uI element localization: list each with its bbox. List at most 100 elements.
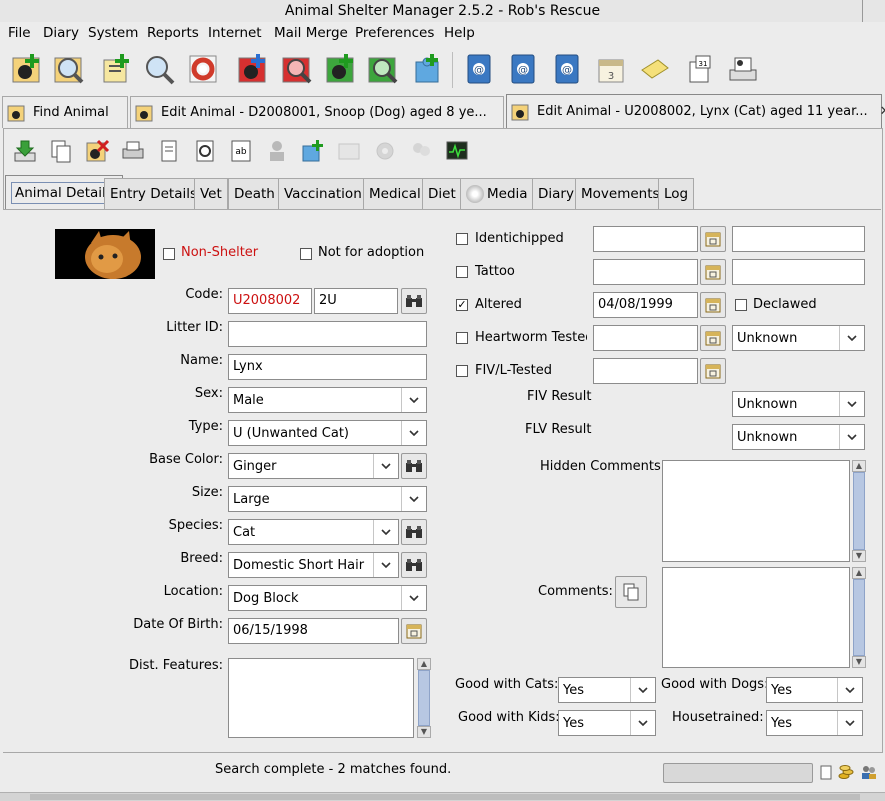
window-control[interactable] — [862, 0, 885, 22]
address-book-icon[interactable]: @ — [550, 52, 584, 86]
date-of-birth-input[interactable]: 06/15/1998 — [228, 618, 399, 644]
chevron-down-icon[interactable] — [373, 454, 398, 478]
add-owner-icon[interactable] — [100, 52, 134, 86]
comments-textarea[interactable] — [662, 567, 850, 668]
species-select[interactable]: Cat — [228, 519, 399, 545]
document-icon[interactable] — [156, 138, 182, 164]
puzzle-icon[interactable] — [410, 52, 444, 86]
scroll-up-icon[interactable]: ▲ — [852, 460, 866, 472]
tab-death[interactable]: Death — [228, 178, 281, 209]
scroll-up-icon[interactable]: ▲ — [852, 567, 866, 579]
good-with-kids-select[interactable]: Yes — [558, 710, 656, 736]
chevron-down-icon[interactable] — [401, 487, 426, 511]
chevron-down-icon[interactable] — [630, 711, 655, 735]
fivl-tested-checkbox[interactable] — [456, 365, 468, 377]
base-color-select[interactable]: Ginger — [228, 453, 399, 479]
monitor-icon[interactable] — [444, 138, 470, 164]
scroll-thumb[interactable] — [418, 670, 430, 726]
tattoo-number-input[interactable] — [732, 259, 865, 285]
identichip-number-input[interactable] — [732, 226, 865, 252]
add-animal-icon[interactable] — [10, 52, 44, 86]
close-icon[interactable]: ✕ — [880, 104, 885, 119]
declawed-checkbox[interactable] — [735, 299, 747, 311]
note-icon[interactable] — [638, 52, 672, 86]
binoculars-icon[interactable] — [401, 288, 427, 314]
heartworm-checkbox[interactable] — [456, 332, 468, 344]
menu-file[interactable]: File — [8, 25, 31, 41]
add-lost-animal-icon[interactable] — [236, 52, 270, 86]
scroll-down-icon[interactable]: ▼ — [852, 656, 866, 668]
tab-find-animal[interactable]: Find Animal — [2, 96, 128, 128]
hidden-comments-textarea[interactable] — [662, 460, 850, 562]
menu-preferences[interactable]: Preferences — [355, 25, 434, 41]
address-book-icon[interactable]: @ — [462, 52, 496, 86]
tab-movements[interactable]: Movements — [575, 178, 666, 209]
scroll-down-icon[interactable]: ▼ — [417, 726, 431, 738]
merge-icon[interactable] — [300, 138, 326, 164]
identichip-date-input[interactable] — [593, 226, 698, 252]
scroll-down-icon[interactable]: ▼ — [852, 550, 866, 562]
menu-system[interactable]: System — [88, 25, 138, 41]
binoculars-icon[interactable] — [401, 552, 427, 578]
find-owner-icon[interactable] — [142, 52, 176, 86]
location-select[interactable]: Dog Block — [228, 585, 427, 611]
non-shelter-checkbox[interactable] — [163, 248, 175, 260]
add-found-animal-icon[interactable] — [324, 52, 358, 86]
lifebuoy-icon[interactable] — [186, 52, 220, 86]
fivl-date-input[interactable] — [593, 358, 698, 384]
housetrained-select[interactable]: Yes — [766, 710, 863, 736]
not-for-adoption-checkbox[interactable] — [300, 248, 312, 260]
menu-reports[interactable]: Reports — [147, 25, 199, 41]
chevron-down-icon[interactable] — [401, 421, 426, 445]
size-select[interactable]: Large — [228, 486, 427, 512]
good-with-cats-select[interactable]: Yes — [558, 677, 656, 703]
find-found-animal-icon[interactable] — [366, 52, 400, 86]
code-input[interactable]: U2008002 — [228, 288, 312, 314]
calendar-icon[interactable] — [700, 259, 726, 285]
fiv-result-select[interactable]: Unknown — [732, 391, 865, 417]
dist-features-textarea[interactable] — [228, 658, 414, 738]
calendar-icon[interactable] — [700, 358, 726, 384]
tab-edit-animal-lynx[interactable]: Edit Animal - U2008002, Lynx (Cat) aged … — [506, 94, 885, 128]
find-lost-animal-icon[interactable] — [280, 52, 314, 86]
calendar-icon[interactable] — [401, 618, 427, 644]
copy-icon[interactable] — [48, 138, 74, 164]
chevron-down-icon[interactable] — [837, 678, 862, 702]
type-select[interactable]: U (Unwanted Cat) — [228, 420, 427, 446]
menu-help[interactable]: Help — [444, 25, 475, 41]
find-animal-icon[interactable] — [52, 52, 86, 86]
diary-icon[interactable]: 31 — [682, 52, 716, 86]
menu-mail-merge[interactable]: Mail Merge — [274, 25, 348, 41]
print-icon[interactable] — [726, 52, 760, 86]
hidden-comments-scrollbar[interactable]: ▲ ▼ — [852, 460, 866, 562]
chevron-down-icon[interactable] — [839, 392, 864, 416]
tab-media[interactable]: Media — [460, 178, 534, 209]
breed-select[interactable]: Domestic Short Hair — [228, 552, 399, 578]
chevron-down-icon[interactable] — [839, 425, 864, 449]
altered-date-input[interactable]: 04/08/1999 — [593, 292, 698, 318]
tab-entry-details[interactable]: Entry Details — [104, 178, 204, 209]
address-book-icon[interactable]: @ — [506, 52, 540, 86]
dist-features-scrollbar[interactable]: ▲ ▼ — [417, 658, 431, 738]
chevron-down-icon[interactable] — [630, 678, 655, 702]
scroll-thumb[interactable] — [853, 472, 865, 550]
identichipped-checkbox[interactable] — [456, 233, 468, 245]
chevron-down-icon[interactable] — [373, 520, 398, 544]
tab-vaccination[interactable]: Vaccination — [278, 178, 368, 209]
tab-diary[interactable]: Diary — [532, 178, 580, 209]
flv-result-select[interactable]: Unknown — [732, 424, 865, 450]
calendar-icon[interactable] — [700, 226, 726, 252]
spellcheck-icon[interactable]: ab — [228, 138, 254, 164]
calendar-icon[interactable] — [700, 325, 726, 351]
scroll-thumb[interactable] — [30, 794, 860, 800]
altered-checkbox[interactable]: ✓ — [456, 299, 468, 311]
sex-select[interactable]: Male — [228, 387, 427, 413]
calendar-icon[interactable] — [700, 292, 726, 318]
chevron-down-icon[interactable] — [373, 553, 398, 577]
tattoo-date-input[interactable] — [593, 259, 698, 285]
copy-comments-icon[interactable] — [615, 576, 647, 608]
tattoo-checkbox[interactable] — [456, 266, 468, 278]
chevron-down-icon[interactable] — [401, 388, 426, 412]
save-icon[interactable] — [12, 138, 38, 164]
delete-icon[interactable] — [84, 138, 110, 164]
